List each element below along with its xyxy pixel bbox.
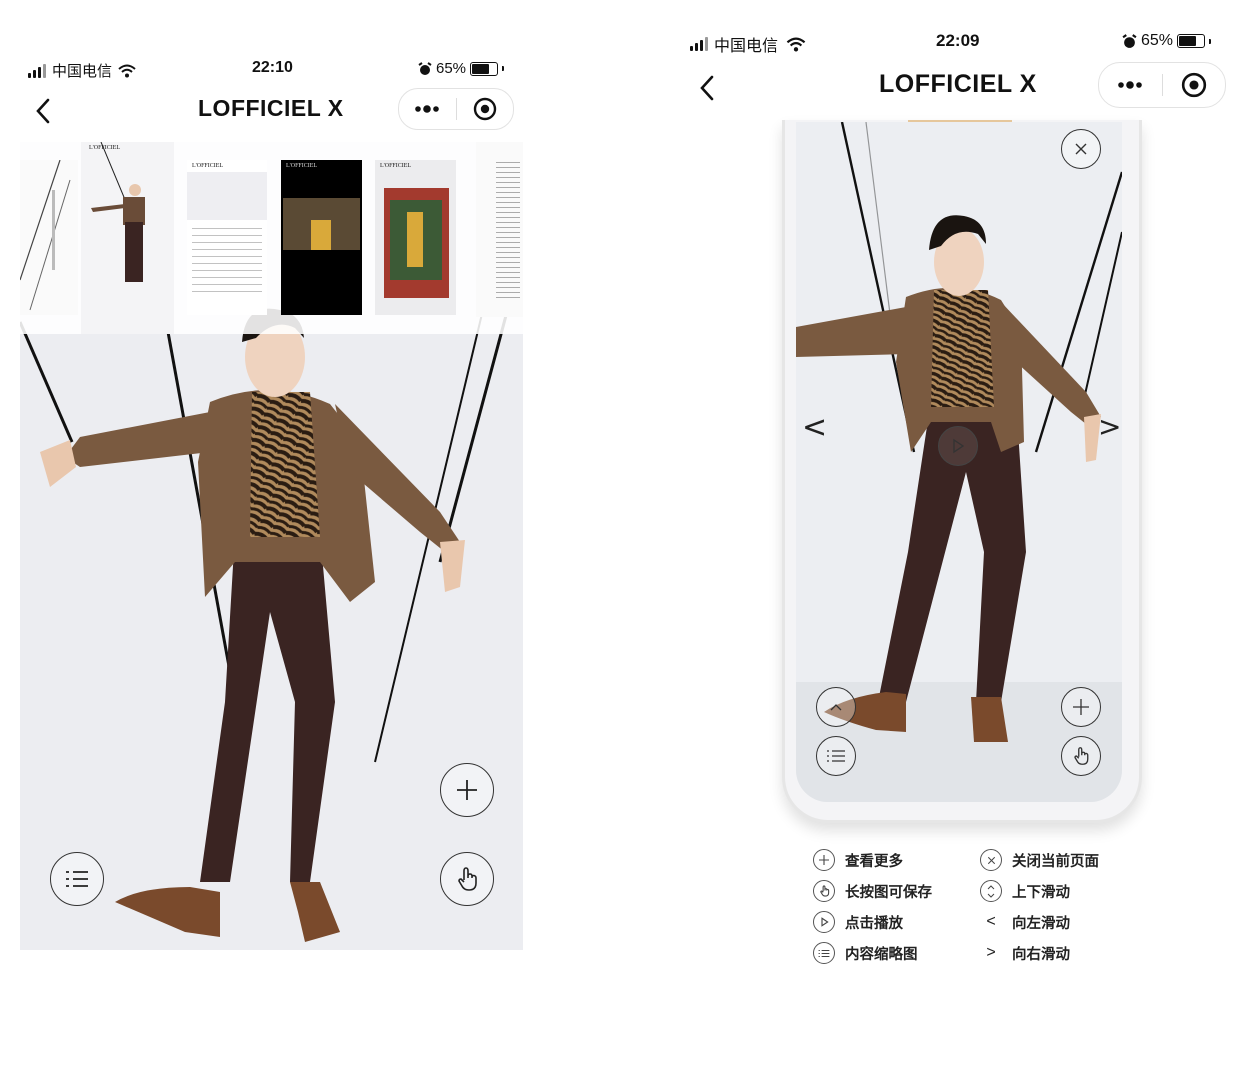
left-clock: 22:10 bbox=[252, 59, 293, 76]
more-icon[interactable] bbox=[1099, 63, 1162, 107]
back-icon[interactable] bbox=[697, 73, 717, 103]
thumbnail-page[interactable]: L'OFFICIEL bbox=[81, 142, 174, 334]
thumbnail-page[interactable] bbox=[476, 142, 523, 317]
legend-item: 长按图可保存 bbox=[813, 880, 932, 902]
contents-menu-button[interactable] bbox=[50, 852, 104, 906]
carrier-label: 中国电信 bbox=[714, 38, 779, 55]
hand-save-button[interactable] bbox=[1061, 736, 1101, 776]
left-nav-title: LOFFICIEL X bbox=[198, 95, 344, 121]
thumbnail-page[interactable]: L'OFFICIEL bbox=[375, 160, 456, 315]
hand-icon bbox=[1074, 747, 1089, 765]
left-main-photo: L'OFFICIEL L'OFFICIEL L'OFFICIEL L'OFFIC… bbox=[20, 142, 523, 950]
more-icon[interactable] bbox=[399, 89, 456, 129]
alarm-icon bbox=[1122, 33, 1137, 48]
legend-item: 查看更多 bbox=[813, 849, 903, 871]
right-phone-screen: 中国电信 22:09 65% LOFFICIEL X < > 查看更多 长按图可… bbox=[660, 0, 1234, 1078]
left-battery: 65% bbox=[418, 60, 505, 77]
plus-button[interactable] bbox=[1061, 687, 1101, 727]
thumb-logo: L'OFFICIEL bbox=[380, 163, 412, 169]
battery-icon bbox=[470, 61, 499, 76]
plus-icon bbox=[1073, 699, 1089, 715]
right-clock: 22:09 bbox=[936, 31, 980, 50]
legend-item: 关闭当前页面 bbox=[980, 849, 1099, 871]
plus-icon bbox=[813, 849, 835, 871]
battery-percent: 65% bbox=[436, 60, 467, 77]
left-phone-screen: 中国电信 22:10 65% LOFFICIEL X L'OFFICIEL L'… bbox=[0, 0, 540, 1078]
thumbnail-page[interactable] bbox=[20, 159, 78, 315]
signal-icon bbox=[690, 37, 708, 51]
close-icon bbox=[980, 849, 1002, 871]
alarm-icon bbox=[418, 61, 432, 75]
legend-label: 向左滑动 bbox=[1012, 915, 1070, 932]
legend-label: 点击播放 bbox=[845, 915, 903, 932]
thumb-logo: L'OFFICIEL bbox=[192, 163, 224, 169]
thumbnail-page[interactable]: L'OFFICIEL bbox=[187, 160, 267, 315]
list-icon bbox=[66, 871, 88, 887]
list-icon bbox=[827, 750, 845, 762]
hand-icon bbox=[458, 867, 477, 891]
swipe-right-arrow[interactable]: > bbox=[1098, 410, 1121, 443]
updown-icon bbox=[980, 880, 1002, 902]
legend-label: 上下滑动 bbox=[1012, 884, 1070, 901]
right-status-bar: 中国电信 bbox=[690, 32, 806, 56]
legend-item: < 向左滑动 bbox=[980, 911, 1070, 933]
hand-icon bbox=[813, 880, 835, 902]
legend-item: 内容缩略图 bbox=[813, 942, 918, 964]
wifi-icon bbox=[786, 37, 806, 51]
signal-icon bbox=[28, 63, 46, 78]
wifi-icon bbox=[118, 64, 136, 77]
hand-save-button[interactable] bbox=[440, 852, 494, 906]
left-capsule-menu[interactable] bbox=[398, 88, 514, 130]
play-button[interactable] bbox=[938, 426, 978, 466]
legend-item: 点击播放 bbox=[813, 911, 903, 933]
carrier-label: 中国电信 bbox=[52, 63, 113, 80]
plus-icon bbox=[457, 780, 477, 800]
swipe-up-button[interactable] bbox=[816, 687, 856, 727]
contents-menu-button[interactable] bbox=[816, 736, 856, 776]
battery-percent: 65% bbox=[1141, 32, 1174, 49]
swipe-left-arrow[interactable]: < bbox=[802, 410, 827, 445]
battery-icon bbox=[1177, 34, 1206, 48]
legend-item: > 向右滑动 bbox=[980, 942, 1070, 964]
play-icon bbox=[813, 911, 835, 933]
close-page-button[interactable] bbox=[1061, 129, 1101, 169]
chevron-right-icon: > bbox=[986, 944, 996, 961]
right-capsule-menu[interactable] bbox=[1098, 62, 1226, 108]
plus-button[interactable] bbox=[440, 763, 494, 817]
right-nav-title: LOFFICIEL X bbox=[879, 70, 1037, 98]
legend-label: 向右滑动 bbox=[1012, 946, 1070, 963]
legend-item: 上下滑动 bbox=[980, 880, 1070, 902]
thumbnail-strip[interactable]: L'OFFICIEL L'OFFICIEL L'OFFICIEL L'OFFIC… bbox=[20, 142, 523, 334]
legend-label: 内容缩略图 bbox=[845, 946, 918, 963]
back-icon[interactable] bbox=[33, 97, 53, 125]
close-icon bbox=[1075, 143, 1087, 155]
close-miniapp-icon[interactable] bbox=[457, 89, 514, 129]
chevron-left-icon: < bbox=[986, 913, 996, 930]
legend-label: 关闭当前页面 bbox=[1012, 853, 1099, 870]
legend-label: 长按图可保存 bbox=[845, 884, 932, 901]
close-miniapp-icon[interactable] bbox=[1163, 63, 1226, 107]
right-battery: 65% bbox=[1122, 32, 1212, 50]
chevron-up-icon bbox=[830, 704, 842, 711]
play-icon bbox=[953, 438, 965, 454]
left-status-bar: 中国电信 bbox=[28, 60, 136, 81]
list-icon bbox=[813, 942, 835, 964]
thumbnail-page[interactable]: L'OFFICIEL bbox=[281, 160, 362, 315]
legend-label: 查看更多 bbox=[845, 853, 903, 870]
thumb-logo: L'OFFICIEL bbox=[286, 163, 318, 169]
